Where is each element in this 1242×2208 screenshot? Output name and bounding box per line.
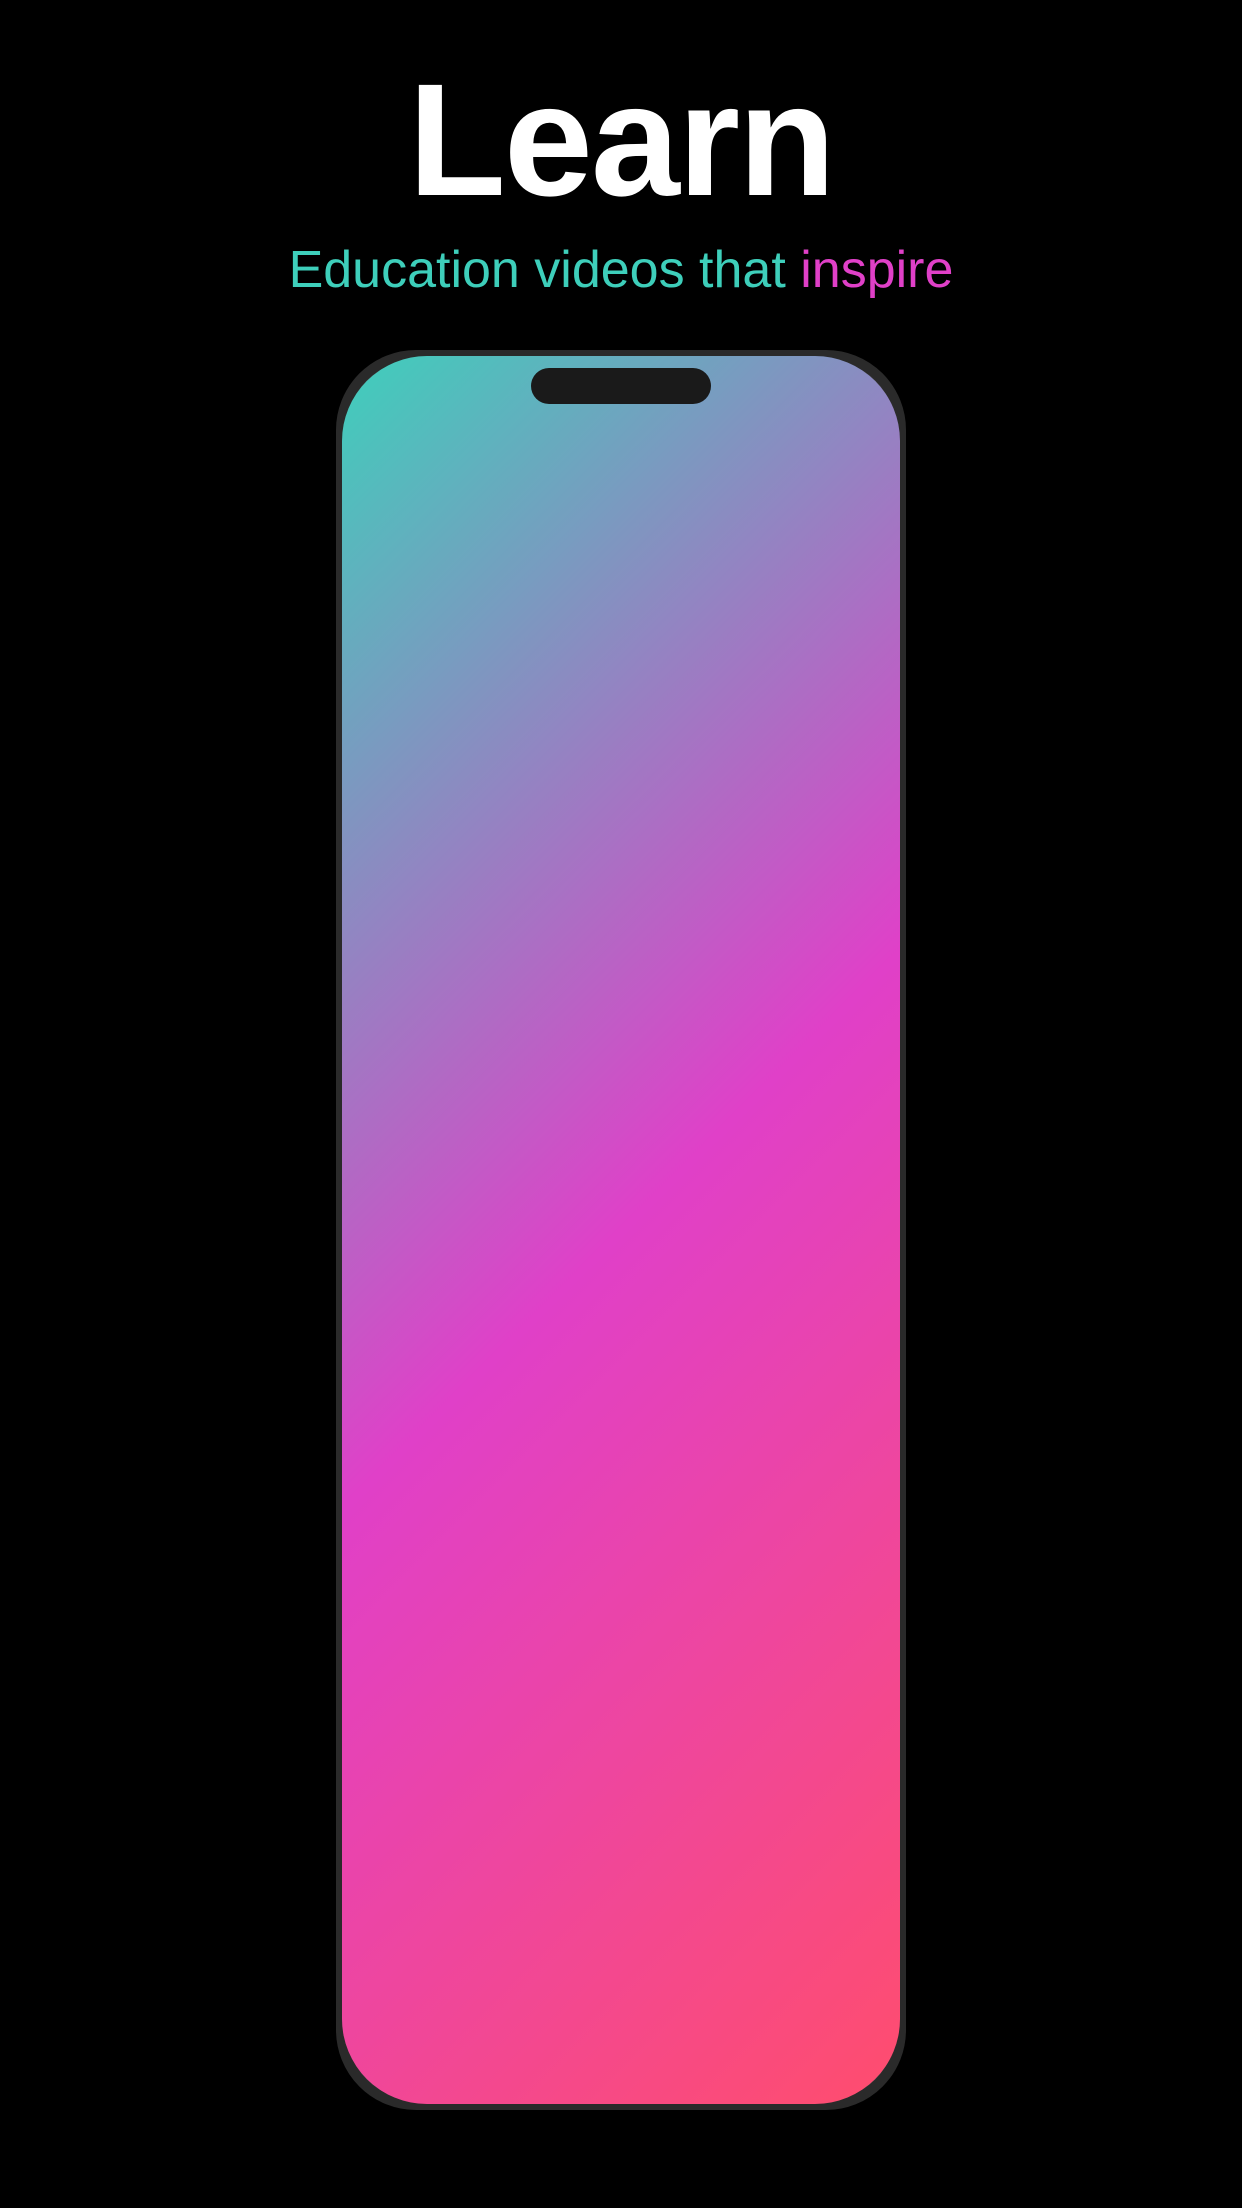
header-section: Learn Education videos that inspire bbox=[0, 0, 1242, 340]
inbox-icon-wrapper: 19 bbox=[705, 2003, 749, 2047]
create-plus-btn[interactable] bbox=[585, 2012, 657, 2064]
share-count: 13 bbox=[825, 1742, 852, 1770]
home-icon bbox=[387, 2003, 431, 2047]
video-text-overlay: can you identify this egg? bbox=[366, 460, 816, 619]
heart-icon bbox=[802, 1416, 874, 1488]
discover-icon bbox=[493, 2003, 537, 2047]
music-text: original sound · scifans bbox=[385, 1844, 610, 1870]
home-label: Home bbox=[384, 2051, 434, 2072]
bottom-nav: Home Discover bbox=[346, 1990, 896, 2100]
subtitle-highlight: inspire bbox=[800, 241, 953, 299]
subtitle-start: Education videos that bbox=[289, 241, 801, 299]
live-dot bbox=[630, 426, 640, 436]
egg-question-text: can you identify this egg? bbox=[416, 484, 766, 594]
main-title: Learn bbox=[0, 60, 1242, 220]
music-note-icon: ♪ bbox=[364, 1844, 375, 1870]
comment-action[interactable]: 41 bbox=[802, 1540, 874, 1646]
following-label[interactable]: Following bbox=[471, 415, 602, 447]
follow-plus-icon: + bbox=[832, 1378, 845, 1404]
right-actions: + 704K bbox=[798, 1318, 878, 1860]
creator-username[interactable]: @scifans bbox=[364, 1766, 796, 1798]
video-area[interactable]: Following For You can you identify this … bbox=[346, 360, 896, 1990]
phone-screen: Following For You can you identify this … bbox=[346, 360, 896, 2100]
music-disc-inner bbox=[812, 1798, 864, 1850]
music-info: ♪ original sound · scifans bbox=[364, 1844, 796, 1870]
like-action[interactable]: 704K bbox=[802, 1416, 874, 1522]
comment-icon bbox=[802, 1540, 874, 1612]
me-label: Me bbox=[820, 2051, 845, 2072]
subtitle: Education videos that inspire bbox=[0, 240, 1242, 300]
like-count: 704K bbox=[809, 1494, 866, 1522]
nav-item-create[interactable] bbox=[568, 2012, 674, 2064]
phone-wrapper: Following For You can you identify this … bbox=[336, 350, 906, 2110]
for-you-label[interactable]: For You bbox=[668, 415, 771, 447]
creator-avatar-btn[interactable]: + bbox=[798, 1318, 878, 1398]
nav-item-discover[interactable]: Discover bbox=[462, 2003, 568, 2072]
video-description: Today I learned... bbox=[364, 1806, 796, 1834]
phone-notch bbox=[531, 368, 711, 404]
inbox-label: Inbox bbox=[705, 2051, 749, 2072]
egg-question-box: can you identify this egg? bbox=[366, 460, 816, 619]
share-action[interactable]: 13 bbox=[802, 1664, 874, 1770]
video-bottom-info: @scifans Today I learned... ♪ original s… bbox=[364, 1766, 796, 1870]
nav-item-me[interactable]: Me bbox=[780, 2003, 886, 2072]
discover-label: Discover bbox=[480, 2051, 550, 2072]
nav-item-home[interactable]: Home bbox=[356, 2003, 462, 2072]
share-icon bbox=[802, 1664, 874, 1736]
me-icon bbox=[811, 2003, 855, 2047]
comment-count: 41 bbox=[825, 1618, 852, 1646]
nav-item-inbox[interactable]: 19 Inbox bbox=[674, 2003, 780, 2072]
music-disc bbox=[802, 1788, 874, 1860]
video-top-nav: Following For You bbox=[346, 415, 896, 447]
follow-plus-badge[interactable]: + bbox=[821, 1374, 855, 1408]
inbox-badge: 19 bbox=[729, 1995, 757, 2023]
